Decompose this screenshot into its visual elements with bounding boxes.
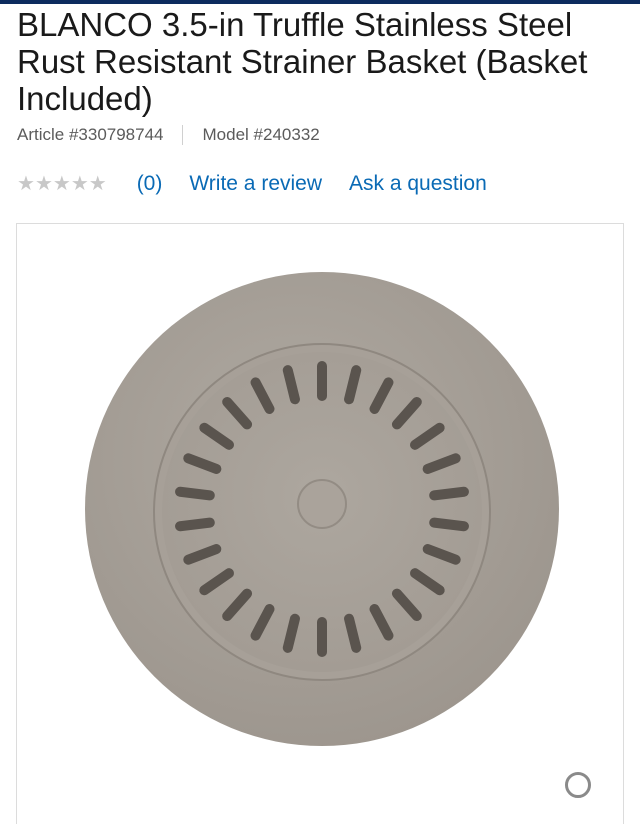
write-review-link[interactable]: Write a review: [189, 172, 322, 196]
product-image-card[interactable]: [16, 223, 624, 824]
model-number: Model #240332: [202, 125, 320, 144]
header-bar: [0, 0, 640, 4]
product-identifiers: Article #330798744 Model #240332: [17, 124, 320, 146]
product-title: BLANCO 3.5-in Truffle Stainless Steel Ru…: [17, 6, 588, 117]
article-number: Article #330798744: [17, 125, 164, 144]
drain-slot: [317, 361, 327, 401]
star-rating[interactable]: ★ ★ ★ ★ ★: [17, 174, 107, 194]
zoom-icon[interactable]: [565, 772, 591, 798]
star-icon: ★: [34, 173, 53, 195]
drain-slot: [317, 617, 327, 657]
divider: [181, 125, 183, 145]
star-icon: ★: [88, 173, 107, 195]
star-icon: ★: [52, 173, 71, 195]
rating-row: ★ ★ ★ ★ ★ (0) Write a review Ask a quest…: [17, 170, 514, 198]
review-count-link[interactable]: (0): [137, 172, 163, 196]
star-icon: ★: [70, 173, 89, 195]
product-image: [85, 272, 559, 746]
ask-question-link[interactable]: Ask a question: [349, 172, 487, 196]
star-icon: ★: [17, 173, 35, 195]
